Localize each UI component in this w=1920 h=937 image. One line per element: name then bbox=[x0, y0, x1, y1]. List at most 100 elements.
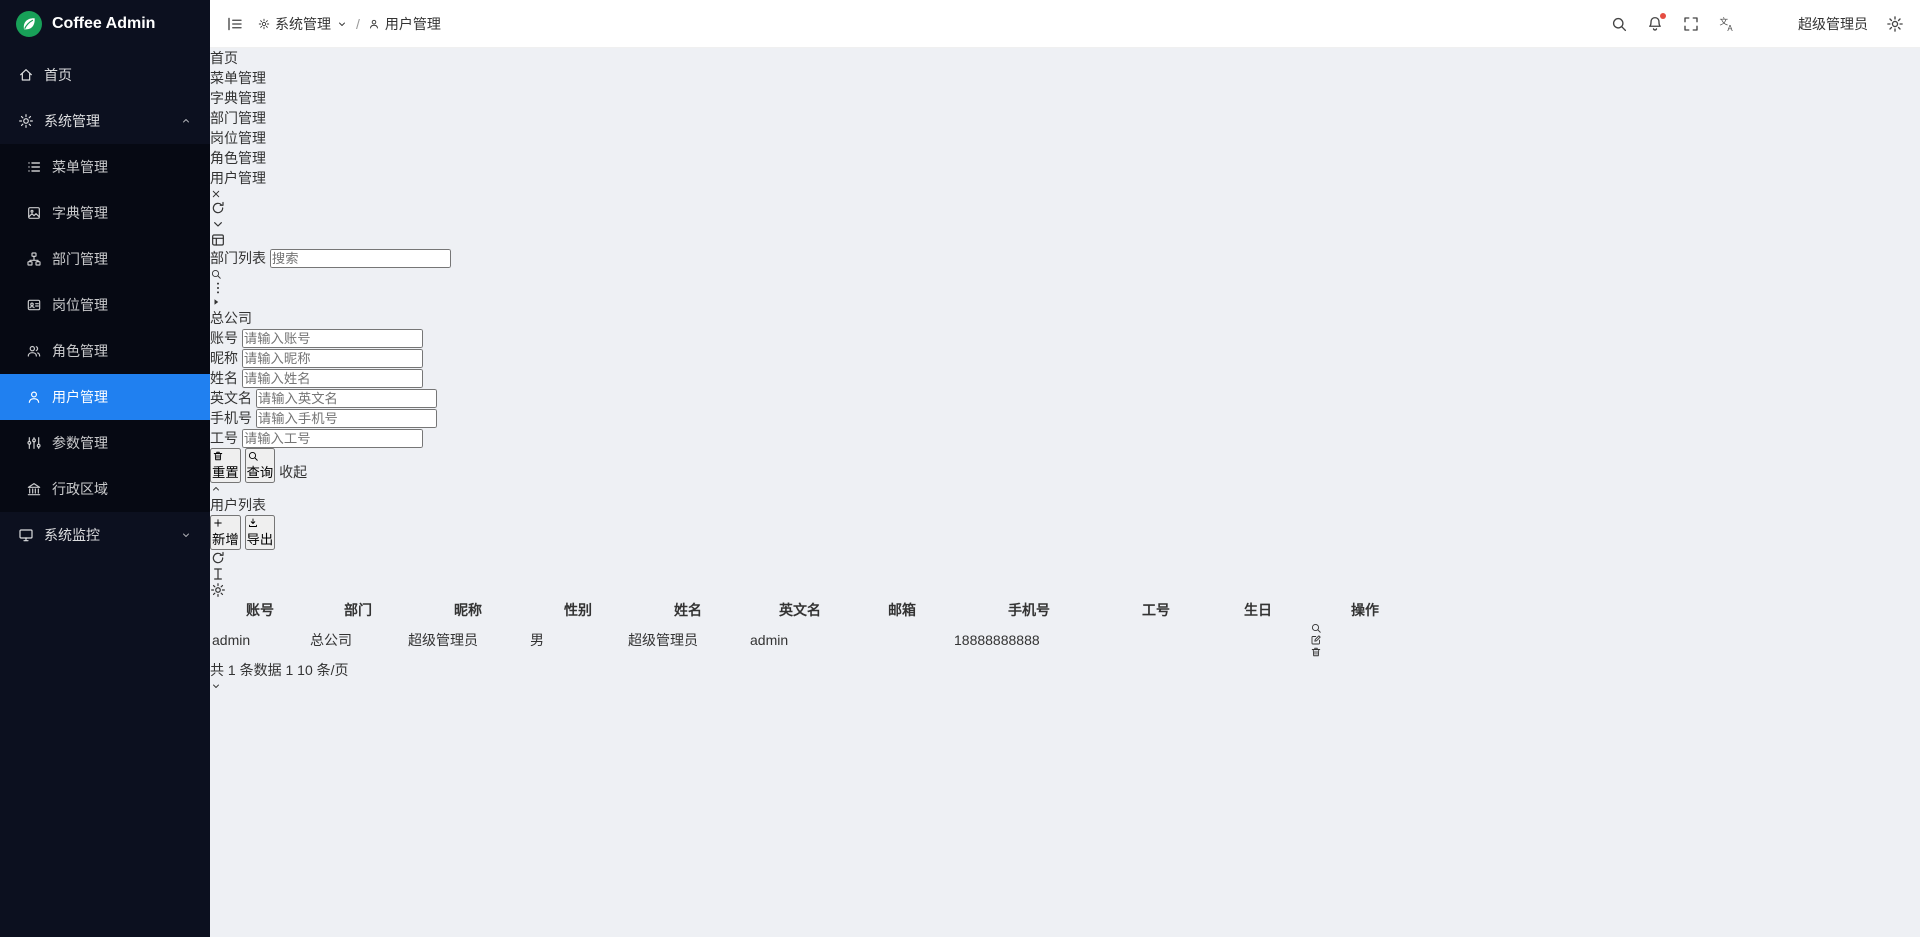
collapse-sidebar-icon[interactable] bbox=[226, 15, 244, 33]
sidebar-item-label: 部门管理 bbox=[52, 249, 108, 269]
tab-role-management[interactable]: 角色管理 bbox=[210, 148, 1920, 168]
column-header-gender: 性别 bbox=[530, 600, 626, 620]
column-header-birthday: 生日 bbox=[1208, 600, 1308, 620]
notifications-bell-icon[interactable] bbox=[1646, 15, 1664, 33]
field-label: 工号 bbox=[210, 430, 238, 446]
sidebar-item-dictionary-management[interactable]: 字典管理 bbox=[0, 190, 210, 236]
query-button[interactable]: 查询 bbox=[245, 448, 276, 483]
add-user-button[interactable]: 新增 bbox=[210, 515, 241, 550]
cell-phone: 18888888888 bbox=[954, 622, 1104, 658]
breadcrumb-item-user[interactable]: 用户管理 bbox=[368, 14, 441, 34]
collapse-form-link[interactable]: 收起 bbox=[210, 464, 1920, 495]
sidebar-item-position-management[interactable]: 岗位管理 bbox=[0, 282, 210, 328]
refresh-tabs-icon[interactable] bbox=[210, 200, 1920, 216]
table-toolbar: 用户列表 新增 导出 bbox=[210, 495, 1920, 598]
close-tab-icon[interactable] bbox=[210, 188, 1920, 200]
table-row[interactable]: admin 总公司 超级管理员 男 超级管理员 admin 1888888888… bbox=[212, 622, 1420, 658]
tab-layout-icon[interactable] bbox=[210, 232, 1920, 248]
sliders-icon bbox=[26, 435, 42, 451]
account-input[interactable] bbox=[242, 329, 423, 348]
settings-gear-icon[interactable] bbox=[1886, 15, 1904, 33]
sidebar-item-parameter-management[interactable]: 参数管理 bbox=[0, 420, 210, 466]
cell-name: 超级管理员 bbox=[628, 622, 748, 658]
fullscreen-icon[interactable] bbox=[1682, 15, 1700, 33]
employee-id-input[interactable] bbox=[242, 429, 423, 448]
sidebar-item-system-management[interactable]: 系统管理 bbox=[0, 98, 210, 144]
gear-icon bbox=[18, 113, 34, 129]
sidebar-item-label: 系统管理 bbox=[44, 111, 100, 131]
cell-account: admin bbox=[212, 622, 308, 658]
breadcrumb: 系统管理 / 用户管理 bbox=[258, 14, 441, 34]
phone-input[interactable] bbox=[256, 409, 437, 428]
id-badge-icon bbox=[26, 297, 42, 313]
svg-text:A: A bbox=[1727, 23, 1733, 32]
tab-department-management[interactable]: 部门管理 bbox=[210, 108, 1920, 128]
column-settings-gear-icon[interactable] bbox=[210, 582, 1920, 598]
row-density-icon[interactable] bbox=[210, 566, 1920, 582]
cell-department: 总公司 bbox=[310, 622, 406, 658]
refresh-table-icon[interactable] bbox=[210, 550, 1920, 566]
sidebar-item-system-monitor[interactable]: 系统监控 bbox=[0, 512, 210, 558]
name-input[interactable] bbox=[242, 369, 423, 388]
tab-dictionary-management[interactable]: 字典管理 bbox=[210, 88, 1920, 108]
tab-menu-management[interactable]: 菜单管理 bbox=[210, 68, 1920, 88]
nickname-input[interactable] bbox=[242, 349, 423, 368]
app-logo[interactable]: Coffee Admin bbox=[0, 0, 210, 48]
sidebar-item-label: 用户管理 bbox=[52, 387, 108, 407]
cell-email bbox=[852, 622, 952, 658]
query-button-label: 查询 bbox=[247, 465, 274, 480]
form-item-phone: 手机号 bbox=[210, 408, 1920, 428]
sidebar-item-role-management[interactable]: 角色管理 bbox=[0, 328, 210, 374]
main-area: 系统管理 / 用户管理 文A 超级管理员 bbox=[210, 0, 1920, 937]
delete-user-icon[interactable] bbox=[1310, 646, 1420, 658]
field-label: 昵称 bbox=[210, 350, 238, 366]
sidebar-item-user-management[interactable]: 用户管理 bbox=[0, 374, 210, 420]
org-tree-icon bbox=[26, 251, 42, 267]
current-username[interactable]: 超级管理员 bbox=[1798, 14, 1868, 34]
view-user-icon[interactable] bbox=[1310, 622, 1420, 634]
department-search-button[interactable] bbox=[210, 268, 1920, 280]
tab-actions-chevron-down-icon[interactable] bbox=[210, 216, 1920, 232]
table-toolbar-actions: 新增 导出 bbox=[210, 515, 1920, 598]
tab-label: 字典管理 bbox=[210, 90, 266, 106]
breadcrumb-item-system[interactable]: 系统管理 bbox=[258, 14, 348, 34]
gender-tag: 男 bbox=[530, 632, 544, 648]
field-label: 手机号 bbox=[210, 410, 252, 426]
sidebar-item-menu-management[interactable]: 菜单管理 bbox=[0, 144, 210, 190]
page-button-1[interactable]: 1 bbox=[285, 662, 293, 678]
cell-gender: 男 bbox=[530, 622, 626, 658]
sidebar-item-label: 菜单管理 bbox=[52, 157, 108, 177]
field-label: 英文名 bbox=[210, 390, 252, 406]
tab-user-management[interactable]: 用户管理 bbox=[210, 168, 1920, 200]
coffee-logo-icon bbox=[16, 11, 42, 37]
tree-node-label: 总公司 bbox=[210, 310, 252, 326]
translate-icon[interactable]: 文A bbox=[1718, 15, 1736, 33]
reset-button[interactable]: 重置 bbox=[210, 448, 241, 483]
search-icon[interactable] bbox=[1610, 15, 1628, 33]
tab-home[interactable]: 首页 bbox=[210, 48, 1920, 68]
notification-dot bbox=[1660, 13, 1666, 19]
search-form-grid: 账号 昵称 姓名 英文名 bbox=[210, 328, 1920, 448]
sidebar-item-label: 角色管理 bbox=[52, 341, 108, 361]
tree-expand-caret-icon[interactable] bbox=[210, 296, 1920, 308]
english-name-input[interactable] bbox=[256, 389, 437, 408]
export-button[interactable]: 导出 bbox=[245, 515, 276, 550]
avatar[interactable] bbox=[1754, 11, 1780, 37]
edit-user-icon[interactable] bbox=[1310, 634, 1420, 646]
download-icon bbox=[247, 517, 274, 529]
sidebar-item-department-management[interactable]: 部门管理 bbox=[0, 236, 210, 282]
department-search bbox=[210, 250, 1920, 280]
sidebar-item-home[interactable]: 首页 bbox=[0, 52, 210, 98]
cell-actions bbox=[1310, 622, 1420, 658]
tab-position-management[interactable]: 岗位管理 bbox=[210, 128, 1920, 148]
right-column: 账号 昵称 姓名 英文名 bbox=[210, 328, 1920, 692]
tab-label: 岗位管理 bbox=[210, 130, 266, 146]
department-search-input[interactable] bbox=[270, 249, 451, 268]
field-label: 账号 bbox=[210, 330, 238, 346]
more-options-icon[interactable] bbox=[210, 280, 1920, 296]
column-header-employee-id: 工号 bbox=[1106, 600, 1206, 620]
sidebar-item-label: 字典管理 bbox=[52, 203, 108, 223]
sidebar-item-admin-region[interactable]: 行政区域 bbox=[0, 466, 210, 512]
page-size-select[interactable]: 10 条/页 bbox=[210, 662, 1920, 692]
tree-node-head-office[interactable]: 总公司 bbox=[210, 296, 1920, 328]
